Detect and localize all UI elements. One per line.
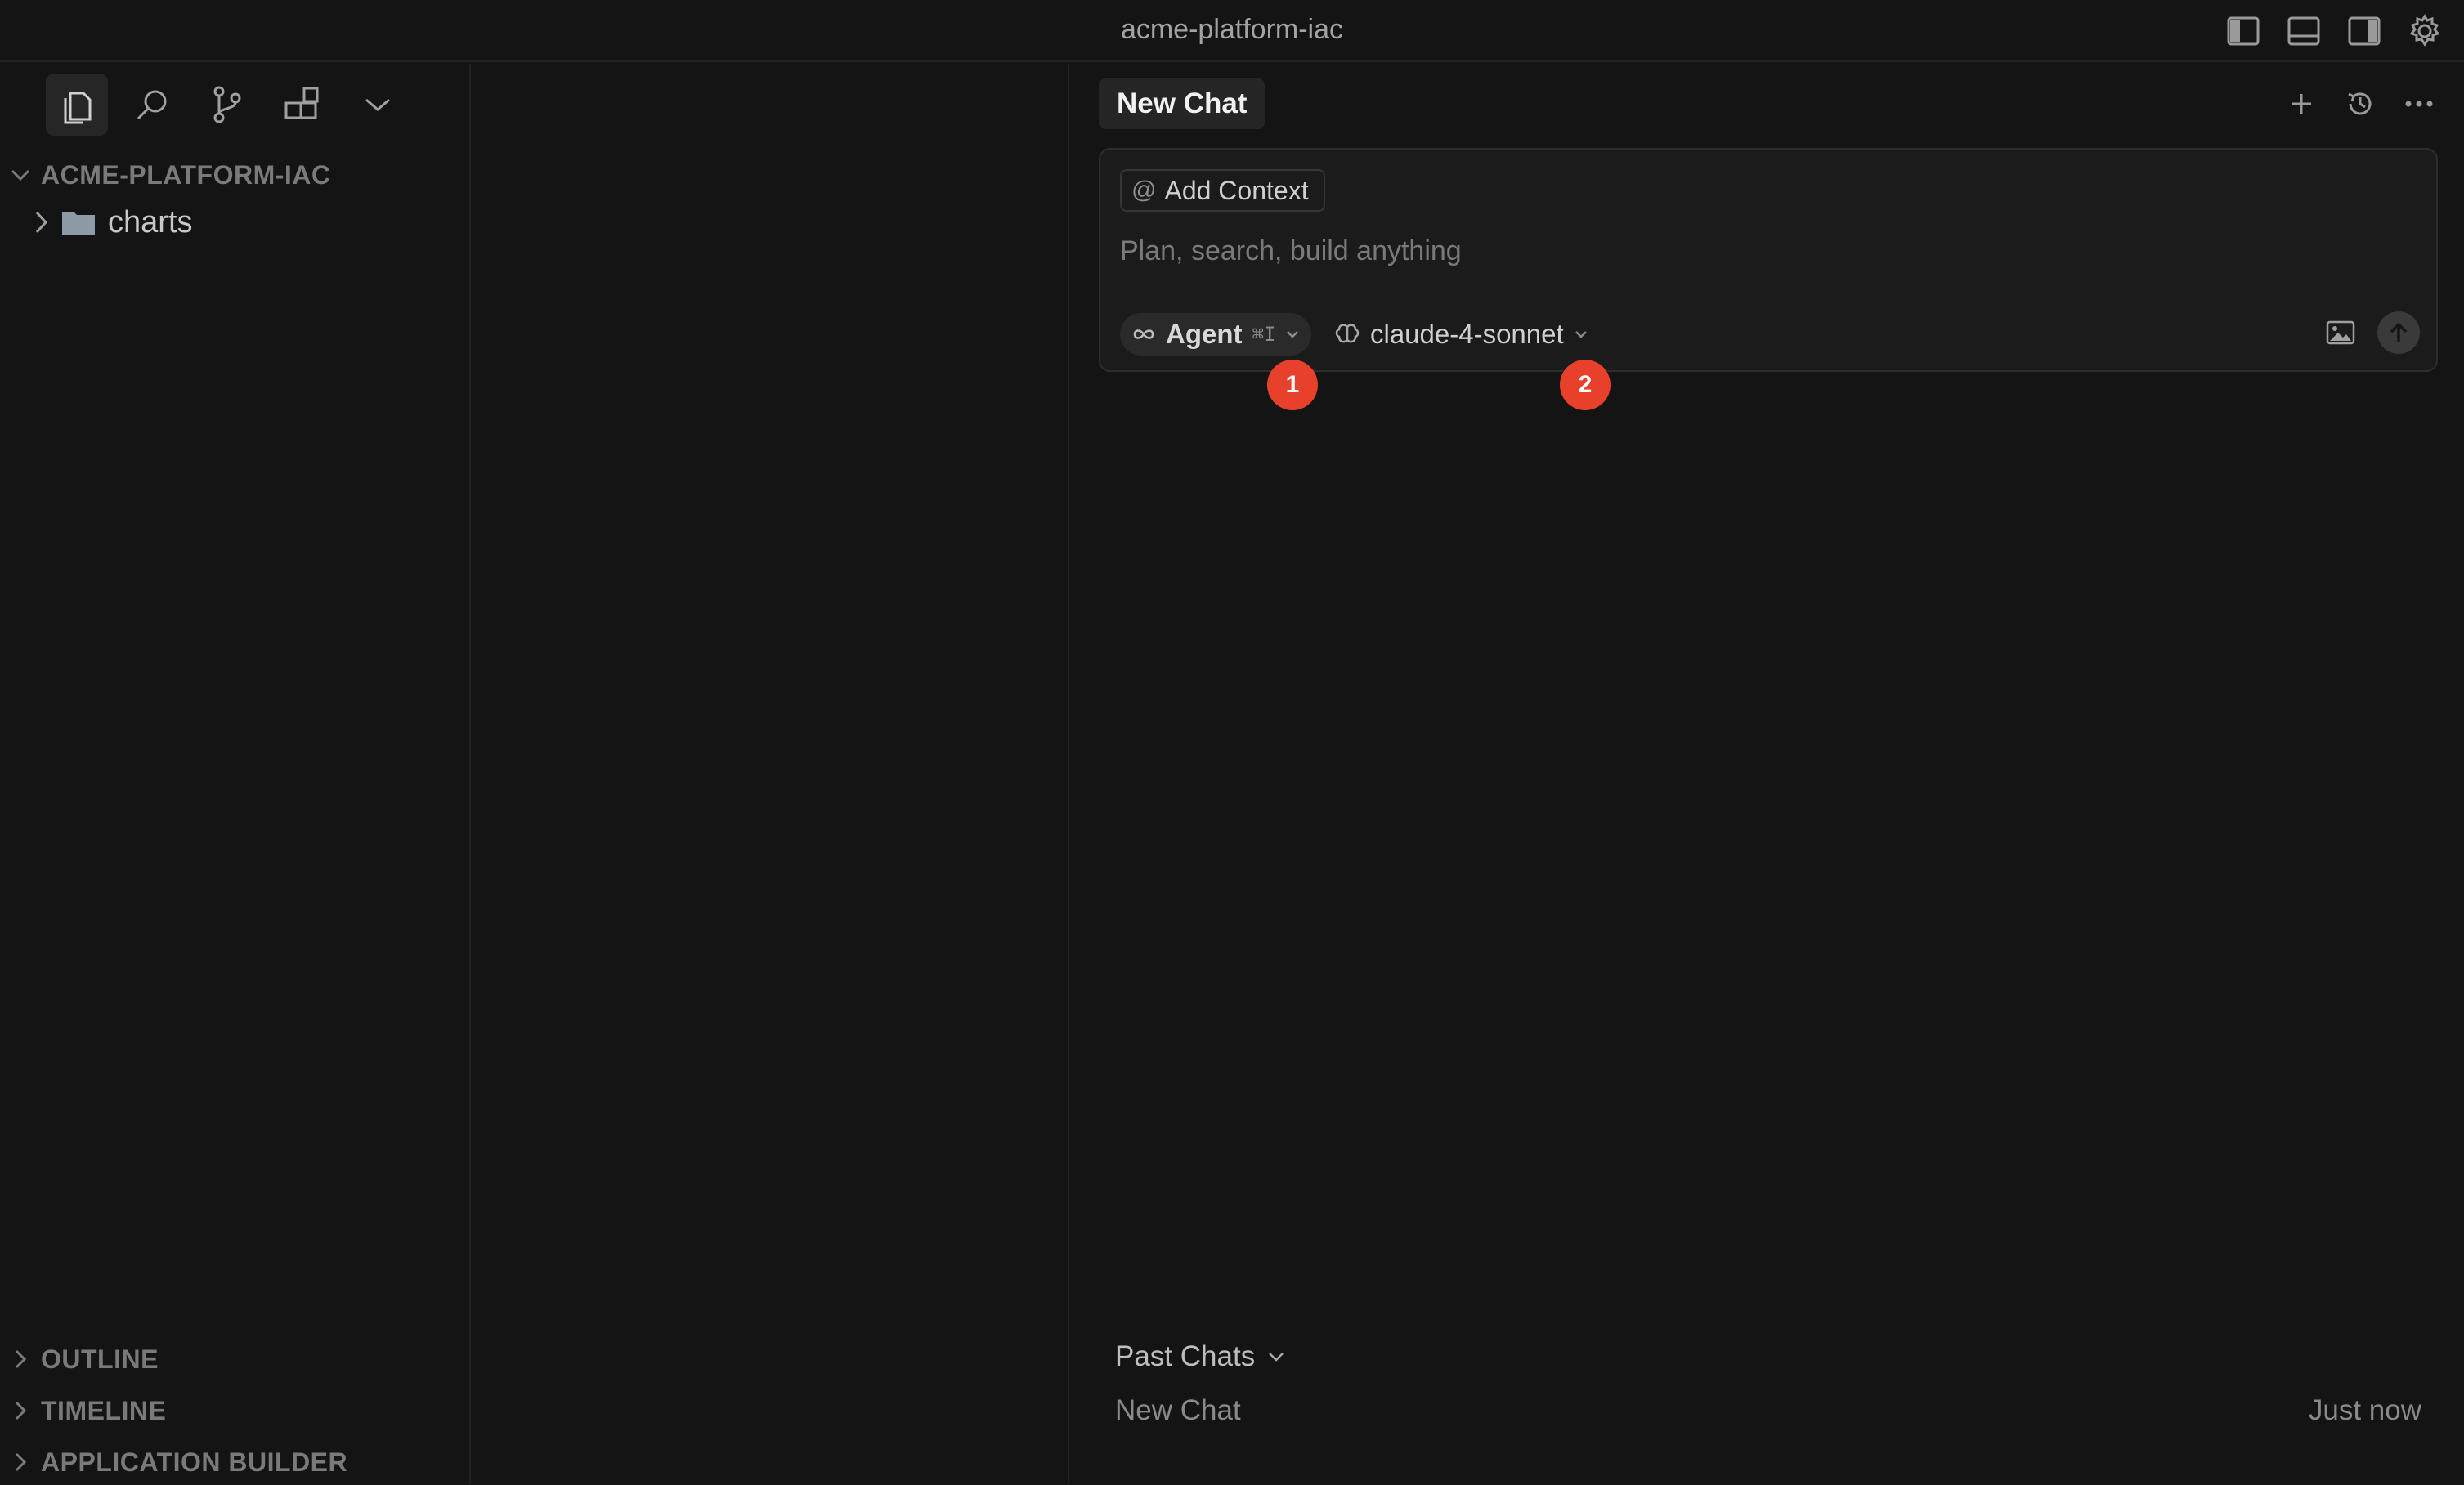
history-icon[interactable] bbox=[2340, 83, 2381, 124]
infinity-icon bbox=[1131, 327, 1156, 342]
more-ellipsis-icon[interactable] bbox=[2399, 83, 2439, 124]
chevron-right-icon bbox=[33, 209, 49, 235]
chevron-right-icon bbox=[0, 1439, 41, 1485]
brain-icon bbox=[1334, 323, 1360, 346]
chat-composer: @ Add Context Agent ⌘I claude-4-sonnet bbox=[1099, 148, 2438, 372]
settings-gear-icon[interactable] bbox=[2400, 7, 2449, 56]
chevron-down-icon bbox=[1285, 329, 1300, 339]
application-builder-section-header[interactable]: APPLICATION BUILDER bbox=[0, 1439, 347, 1485]
past-chats-toggle[interactable]: Past Chats bbox=[1115, 1340, 1286, 1373]
annotation-badge-2: 2 bbox=[1560, 360, 1611, 410]
timeline-label: TIMELINE bbox=[41, 1395, 167, 1425]
send-button[interactable] bbox=[2377, 311, 2420, 354]
annotation-badge-1: 1 bbox=[1267, 360, 1318, 410]
toggle-panel-icon[interactable] bbox=[2279, 7, 2328, 56]
tab-new-chat[interactable]: New Chat bbox=[1099, 78, 1266, 129]
chat-actions bbox=[2281, 83, 2439, 124]
past-chat-time: Just now bbox=[2308, 1394, 2421, 1426]
past-chats-label: Past Chats bbox=[1115, 1340, 1256, 1372]
toggle-secondary-sidebar-icon[interactable] bbox=[2340, 7, 2389, 56]
add-context-button[interactable]: @ Add Context bbox=[1120, 169, 1325, 212]
chevron-down-icon bbox=[1266, 1350, 1286, 1363]
arrow-up-icon bbox=[2390, 322, 2408, 342]
composer-right-actions bbox=[2325, 311, 2420, 354]
title-bar: acme-platform-iac bbox=[0, 0, 2464, 62]
workspace-header[interactable]: ACME-PLATFORM-IAC bbox=[0, 152, 331, 198]
at-icon: @ bbox=[1131, 177, 1157, 204]
editor-area bbox=[473, 64, 1069, 1484]
folder-icon bbox=[60, 208, 96, 236]
activity-bar bbox=[46, 74, 409, 136]
past-chat-title: New Chat bbox=[1115, 1394, 1241, 1426]
explorer-icon[interactable] bbox=[46, 74, 108, 136]
toggle-primary-sidebar-icon[interactable] bbox=[2219, 7, 2268, 56]
chevron-right-icon bbox=[0, 1336, 41, 1382]
agent-mode-label: Agent bbox=[1166, 319, 1243, 349]
search-icon[interactable] bbox=[121, 74, 183, 136]
application-builder-label: APPLICATION BUILDER bbox=[41, 1447, 348, 1477]
chat-input[interactable] bbox=[1120, 228, 2412, 274]
timeline-section-header[interactable]: TIMELINE bbox=[0, 1388, 166, 1434]
source-control-icon[interactable] bbox=[196, 74, 258, 136]
chevron-down-icon bbox=[0, 152, 41, 198]
agent-mode-shortcut: ⌘I bbox=[1252, 323, 1276, 346]
model-label: claude-4-sonnet bbox=[1370, 319, 1564, 349]
past-chat-item[interactable]: New Chat Just now bbox=[1115, 1394, 2421, 1438]
outline-section-header[interactable]: OUTLINE bbox=[0, 1336, 159, 1382]
outline-label: OUTLINE bbox=[41, 1344, 159, 1374]
image-attach-icon[interactable] bbox=[2325, 320, 2356, 346]
tree-item-label: charts bbox=[108, 204, 193, 239]
window-title: acme-platform-iac bbox=[1120, 14, 1344, 45]
model-selector-dropdown[interactable]: claude-4-sonnet bbox=[1334, 313, 1588, 356]
title-actions bbox=[2219, 7, 2449, 56]
chevron-down-icon bbox=[1574, 329, 1588, 339]
tree-item-charts[interactable]: charts bbox=[33, 198, 192, 247]
workspace-name: ACME-PLATFORM-IAC bbox=[41, 159, 331, 190]
agent-mode-dropdown[interactable]: Agent ⌘I bbox=[1120, 313, 1312, 356]
primary-sidebar: ACME-PLATFORM-IAC charts OUTLINE TIMELIN… bbox=[0, 64, 471, 1484]
new-chat-plus-icon[interactable] bbox=[2281, 83, 2322, 124]
chat-pane: New Chat @ Add Context Agent ⌘I bbox=[1071, 64, 2464, 1484]
more-views-chevron-icon[interactable] bbox=[347, 74, 409, 136]
chevron-right-icon bbox=[0, 1388, 41, 1434]
add-context-label: Add Context bbox=[1164, 175, 1309, 205]
extensions-icon[interactable] bbox=[271, 74, 334, 136]
